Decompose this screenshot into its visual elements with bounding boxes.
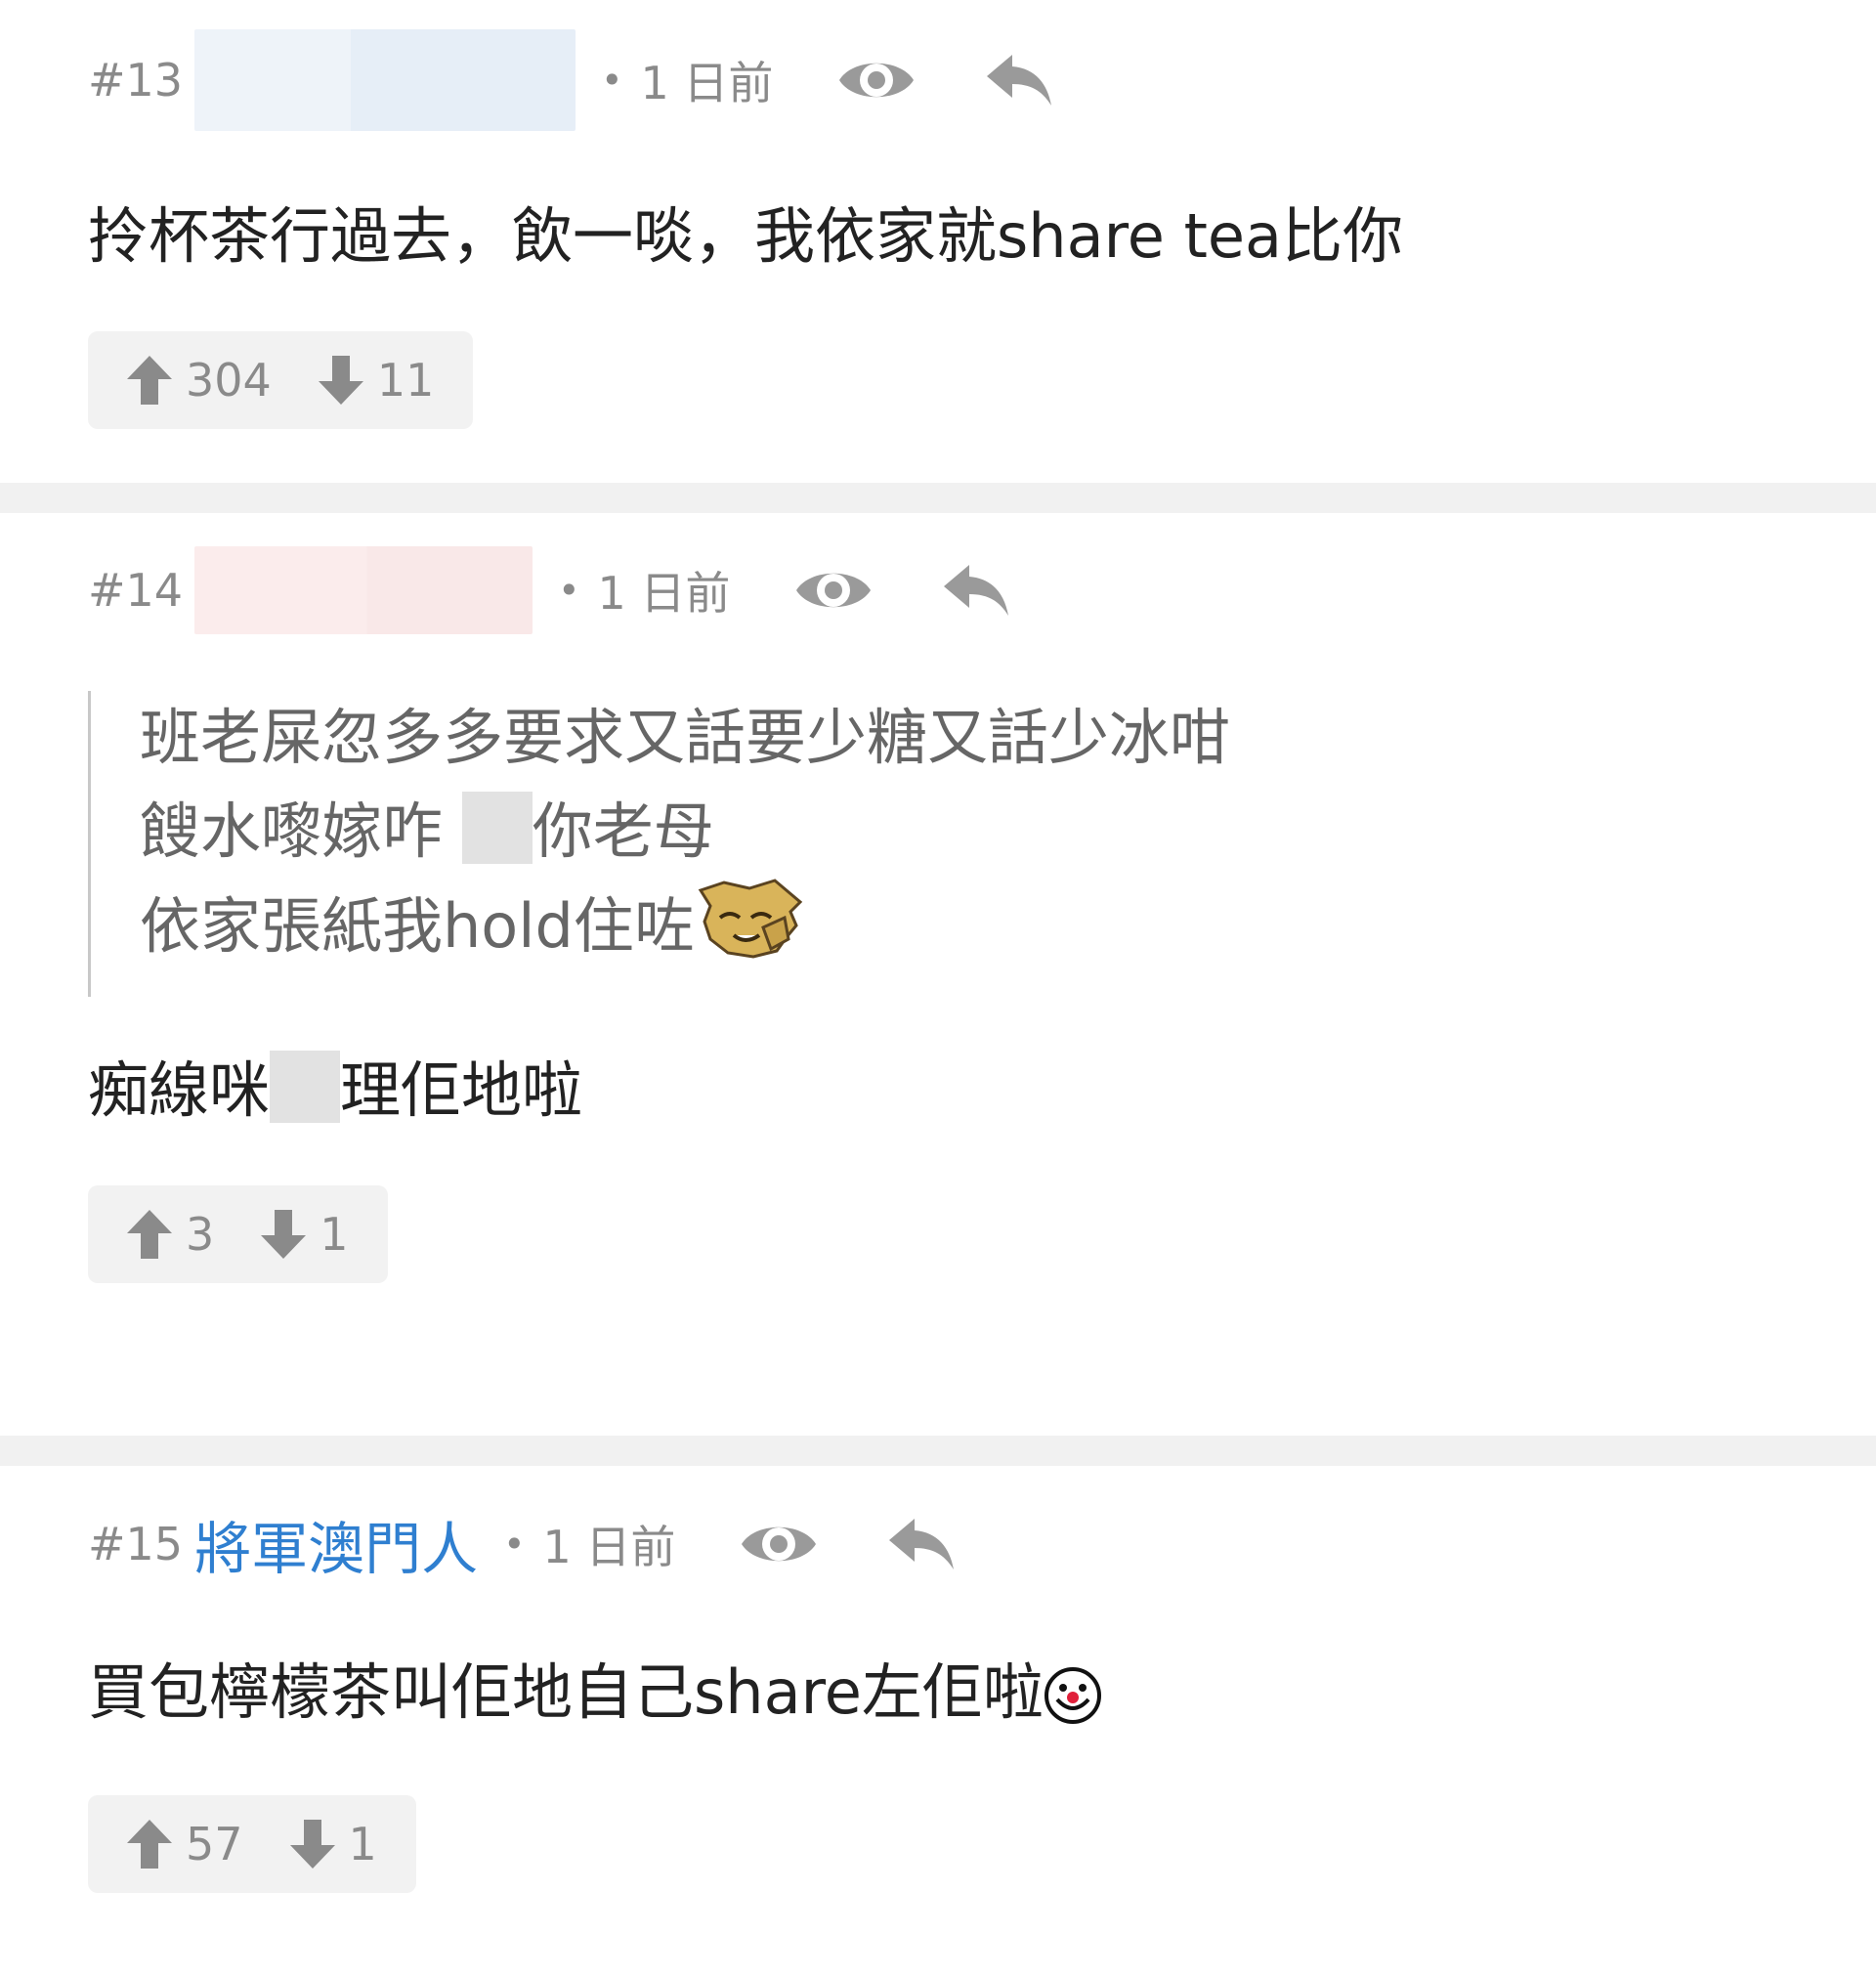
post-14: #14 • 1 日前 班老屎忽多多要求又話要少糖又話少冰咁 餿水嚟嫁咋 你老母 … (0, 513, 1876, 1436)
username-redacted[interactable] (194, 29, 576, 131)
post-meta: #14 • 1 日前 (88, 537, 1876, 644)
post-content: 拎杯茶行過去，飲一啖，我依家就share tea比你 (88, 200, 1404, 272)
downvote-button[interactable]: 1 (289, 1818, 377, 1871)
arrow-up-icon (127, 356, 172, 406)
post-content: 痴線咪 理佢地啦 (88, 1042, 1876, 1139)
upvote-count: 57 (186, 1818, 243, 1871)
upvote-button[interactable]: 57 (127, 1818, 243, 1870)
vote-box: 304 11 (88, 331, 474, 430)
post-meta: #13 • 1 日前 (88, 21, 1876, 139)
arrow-down-icon (261, 1210, 307, 1260)
separator-dot: • (601, 59, 623, 102)
downvote-count: 1 (348, 1818, 377, 1871)
arrow-down-icon (318, 356, 363, 406)
reply-icon[interactable] (935, 549, 1017, 631)
post-number: #14 (88, 564, 184, 617)
quote-line: 依家張紙我hold住咗 (140, 879, 1876, 985)
quote-line: 餿水嚟嫁咋 你老母 (140, 785, 1876, 879)
post-time: 1 日前 (542, 1521, 676, 1573)
eye-icon[interactable] (738, 1503, 820, 1585)
arrow-up-icon (127, 1210, 172, 1260)
post-time: 1 日前 (640, 57, 774, 109)
quoted-post: 班老屎忽多多要求又話要少糖又話少冰咁 餿水嚟嫁咋 你老母 依家張紙我hold住咗 (88, 691, 1876, 998)
eye-icon[interactable] (835, 39, 917, 121)
censored-block (270, 1051, 341, 1124)
downvote-count: 1 (320, 1208, 349, 1262)
username-link[interactable]: 將軍澳門人 (194, 1503, 478, 1585)
vote-box: 57 1 (88, 1795, 416, 1894)
downvote-button[interactable]: 11 (318, 354, 435, 408)
vote-box: 3 1 (88, 1185, 388, 1284)
post-15: #15 將軍澳門人 • 1 日前 買包檸檬茶叫佢地自己share左佢啦 57 1 (0, 1466, 1876, 1974)
quote-line: 班老屎忽多多要求又話要少糖又話少冰咁 (140, 702, 1231, 773)
arrow-up-icon (127, 1820, 172, 1870)
post-13: #13 • 1 日前 拎杯茶行過去，飲一啖，我依家就share tea比你 30… (0, 0, 1876, 483)
reply-icon[interactable] (978, 39, 1060, 121)
post-divider (0, 1436, 1876, 1466)
upvote-count: 304 (186, 354, 272, 408)
post-content: 買包檸檬茶叫佢地自己share左佢啦 (88, 1644, 1876, 1752)
username-redacted[interactable] (194, 546, 533, 634)
upvote-button[interactable]: 304 (127, 354, 272, 407)
post-number: #15 (88, 1518, 184, 1570)
post-number: #13 (88, 54, 184, 107)
separator-dot: • (558, 569, 580, 612)
upvote-count: 3 (186, 1208, 215, 1262)
post-time: 1 日前 (597, 567, 731, 620)
downvote-button[interactable]: 1 (261, 1208, 349, 1262)
censored-block (461, 792, 533, 865)
downvote-count: 11 (376, 354, 435, 408)
dog-emoji-icon (695, 879, 804, 985)
post-meta: #15 將軍澳門人 • 1 日前 (88, 1487, 1876, 1601)
separator-dot: • (503, 1523, 526, 1566)
clown-emoji-icon (1044, 1655, 1102, 1752)
arrow-down-icon (289, 1820, 335, 1870)
eye-icon[interactable] (792, 549, 874, 631)
post-divider (0, 483, 1876, 513)
upvote-button[interactable]: 3 (127, 1208, 214, 1261)
reply-icon[interactable] (880, 1503, 962, 1585)
